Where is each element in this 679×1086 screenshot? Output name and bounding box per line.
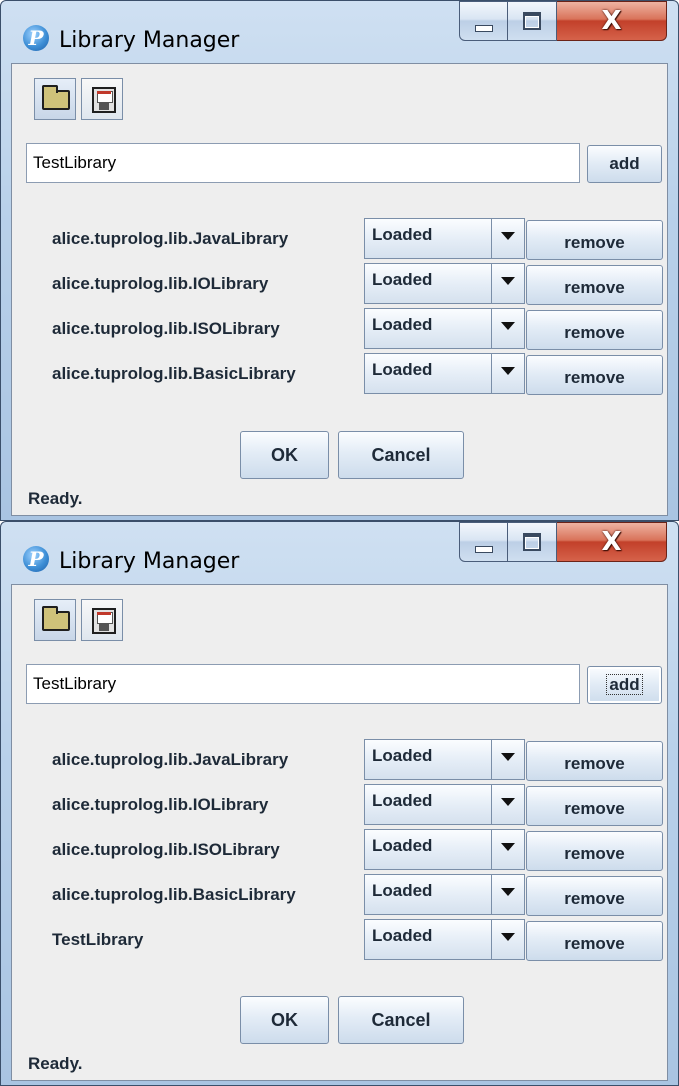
- floppy-disk-icon: [92, 87, 116, 113]
- window-title: Library Manager: [59, 549, 240, 574]
- library-name: alice.tuprolog.lib.ISOLibrary: [52, 840, 280, 859]
- library-state-value: Loaded: [372, 836, 433, 855]
- maximize-button[interactable]: [508, 1, 557, 41]
- tuprolog-app-icon: P: [23, 546, 49, 572]
- floppy-disk-icon: [92, 608, 116, 634]
- folder-open-icon: [42, 606, 70, 631]
- library-row: alice.tuprolog.lib.JavaLibrary Loaded re…: [12, 217, 667, 261]
- remove-library-button[interactable]: remove: [526, 831, 663, 871]
- open-file-button[interactable]: [34, 599, 76, 641]
- library-row: alice.tuprolog.lib.BasicLibrary Loaded r…: [12, 873, 667, 917]
- maximize-button[interactable]: [508, 522, 557, 562]
- library-manager-window-1: P Library Manager X TestLibrary add alic…: [0, 0, 679, 521]
- cancel-button[interactable]: Cancel: [338, 431, 464, 479]
- remove-library-button[interactable]: remove: [526, 310, 663, 350]
- library-name-input[interactable]: TestLibrary: [26, 664, 580, 704]
- library-state-select[interactable]: Loaded: [364, 353, 525, 394]
- library-name: alice.tuprolog.lib.JavaLibrary: [52, 229, 289, 248]
- minimize-button[interactable]: [459, 522, 508, 562]
- library-state-select[interactable]: Loaded: [364, 218, 525, 259]
- save-file-button[interactable]: [81, 78, 123, 120]
- remove-library-button[interactable]: remove: [526, 786, 663, 826]
- library-name: alice.tuprolog.lib.BasicLibrary: [52, 364, 296, 383]
- status-text: Ready.: [28, 489, 83, 508]
- remove-library-button[interactable]: remove: [526, 355, 663, 395]
- add-library-button[interactable]: add: [587, 666, 662, 704]
- maximize-icon: [523, 533, 541, 551]
- library-name: TestLibrary: [52, 930, 144, 949]
- add-button-label: add: [609, 154, 640, 173]
- library-state-value: Loaded: [372, 315, 433, 334]
- maximize-icon: [523, 12, 541, 30]
- add-button-label: add: [606, 674, 643, 695]
- dropdown-arrow-icon[interactable]: [491, 219, 524, 258]
- library-state-value: Loaded: [372, 360, 433, 379]
- library-state-value: Loaded: [372, 926, 433, 945]
- library-state-select[interactable]: Loaded: [364, 263, 525, 304]
- minimize-icon: [474, 24, 493, 32]
- library-state-value: Loaded: [372, 270, 433, 289]
- remove-library-button[interactable]: remove: [526, 876, 663, 916]
- title-bar[interactable]: P Library Manager X: [1, 1, 678, 63]
- remove-library-button[interactable]: remove: [526, 220, 663, 260]
- library-state-select[interactable]: Loaded: [364, 829, 525, 870]
- library-name: alice.tuprolog.lib.IOLibrary: [52, 795, 269, 814]
- library-state-select[interactable]: Loaded: [364, 784, 525, 825]
- dropdown-arrow-icon[interactable]: [491, 264, 524, 303]
- library-state-value: Loaded: [372, 791, 433, 810]
- library-name: alice.tuprolog.lib.JavaLibrary: [52, 750, 289, 769]
- dropdown-arrow-icon[interactable]: [491, 920, 524, 959]
- minimize-icon: [474, 545, 493, 553]
- dropdown-arrow-icon[interactable]: [491, 740, 524, 779]
- library-state-value: Loaded: [372, 225, 433, 244]
- dialog-content: TestLibrary add alice.tuprolog.lib.JavaL…: [11, 584, 668, 1081]
- library-row: alice.tuprolog.lib.IOLibrary Loaded remo…: [12, 783, 667, 827]
- dropdown-arrow-icon[interactable]: [491, 875, 524, 914]
- add-library-button[interactable]: add: [587, 145, 662, 183]
- title-bar[interactable]: P Library Manager X: [1, 522, 678, 584]
- library-row: alice.tuprolog.lib.BasicLibrary Loaded r…: [12, 352, 667, 396]
- remove-library-button[interactable]: remove: [526, 921, 663, 961]
- remove-library-button[interactable]: remove: [526, 265, 663, 305]
- close-icon: X: [601, 6, 622, 36]
- dropdown-arrow-icon[interactable]: [491, 830, 524, 869]
- close-button[interactable]: X: [557, 522, 667, 562]
- minimize-button[interactable]: [459, 1, 508, 41]
- save-file-button[interactable]: [81, 599, 123, 641]
- dialog-content: TestLibrary add alice.tuprolog.lib.JavaL…: [11, 63, 668, 516]
- library-row: alice.tuprolog.lib.JavaLibrary Loaded re…: [12, 738, 667, 782]
- cancel-button[interactable]: Cancel: [338, 996, 464, 1044]
- library-manager-window-2: P Library Manager X TestLibrary add alic…: [0, 521, 679, 1086]
- close-button[interactable]: X: [557, 1, 667, 41]
- library-row: alice.tuprolog.lib.ISOLibrary Loaded rem…: [12, 828, 667, 872]
- library-row: alice.tuprolog.lib.IOLibrary Loaded remo…: [12, 262, 667, 306]
- folder-open-icon: [42, 85, 70, 110]
- library-state-select[interactable]: Loaded: [364, 739, 525, 780]
- library-row: TestLibrary Loaded remove: [12, 918, 667, 962]
- dropdown-arrow-icon[interactable]: [491, 309, 524, 348]
- tuprolog-app-icon: P: [23, 25, 49, 51]
- dropdown-arrow-icon[interactable]: [491, 785, 524, 824]
- ok-button[interactable]: OK: [240, 996, 329, 1044]
- status-text: Ready.: [28, 1054, 83, 1073]
- window-title: Library Manager: [59, 28, 240, 53]
- dropdown-arrow-icon[interactable]: [491, 354, 524, 393]
- remove-library-button[interactable]: remove: [526, 741, 663, 781]
- library-state-value: Loaded: [372, 881, 433, 900]
- library-row: alice.tuprolog.lib.ISOLibrary Loaded rem…: [12, 307, 667, 351]
- close-icon: X: [601, 527, 622, 557]
- library-name: alice.tuprolog.lib.ISOLibrary: [52, 319, 280, 338]
- library-name-input[interactable]: TestLibrary: [26, 143, 580, 183]
- ok-button[interactable]: OK: [240, 431, 329, 479]
- library-name: alice.tuprolog.lib.BasicLibrary: [52, 885, 296, 904]
- library-state-select[interactable]: Loaded: [364, 919, 525, 960]
- open-file-button[interactable]: [34, 78, 76, 120]
- library-state-select[interactable]: Loaded: [364, 308, 525, 349]
- library-state-select[interactable]: Loaded: [364, 874, 525, 915]
- library-state-value: Loaded: [372, 746, 433, 765]
- library-name: alice.tuprolog.lib.IOLibrary: [52, 274, 269, 293]
